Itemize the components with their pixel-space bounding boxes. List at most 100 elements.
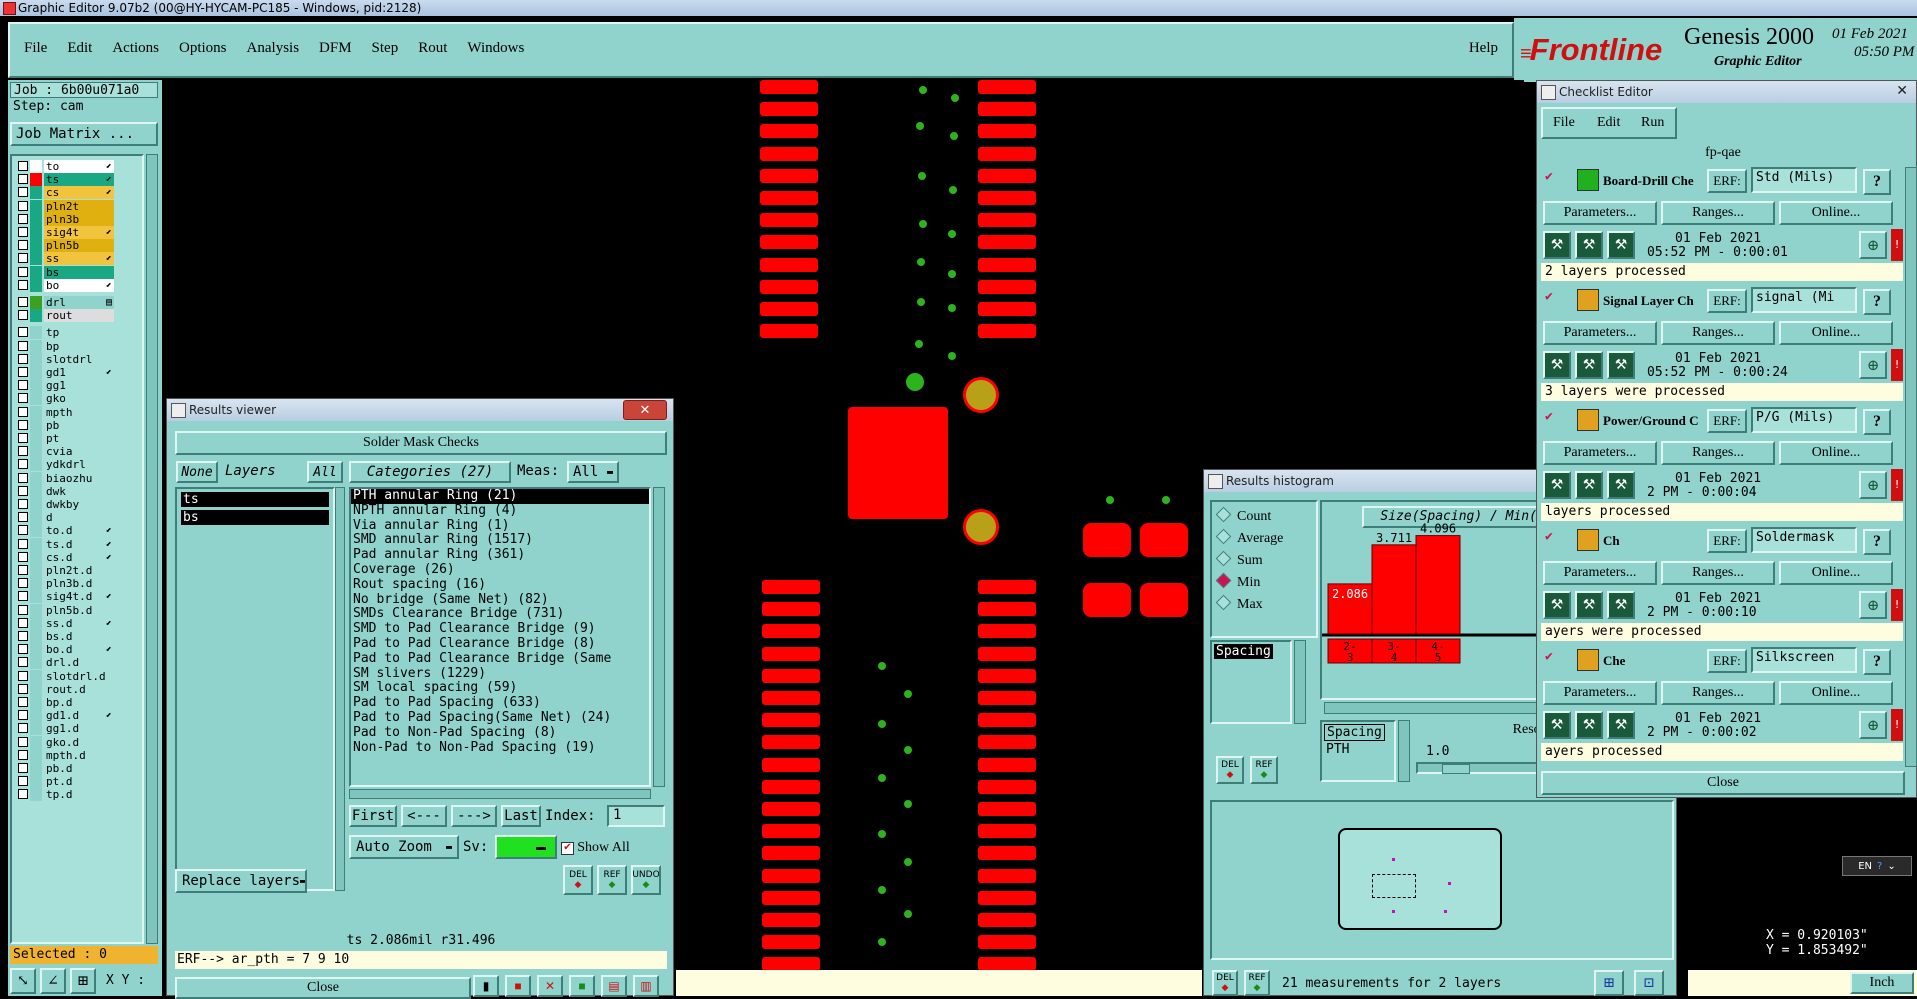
tool-icon[interactable]: ■ xyxy=(569,975,595,997)
category-item[interactable]: Pad to Pad Clearance Bridge (Same xyxy=(351,651,649,667)
layer-checkbox[interactable] xyxy=(18,644,28,655)
hist-del-button[interactable]: DEL ◆ xyxy=(1216,756,1244,784)
category-item[interactable]: SM slivers (1229) xyxy=(351,666,649,682)
histogram-bar[interactable] xyxy=(1371,544,1417,635)
layer-color-swatch[interactable] xyxy=(30,339,42,353)
tool-icon[interactable]: ▥ xyxy=(633,975,659,997)
erf-value[interactable]: signal (Mi xyxy=(1751,287,1857,313)
ranges-button[interactable]: Ranges... xyxy=(1661,441,1775,465)
erf-button[interactable]: ERF: xyxy=(1707,169,1747,193)
layer-checkbox[interactable] xyxy=(18,297,28,307)
run-icon[interactable]: ⚒ xyxy=(1607,351,1635,379)
radio-icon[interactable] xyxy=(1215,594,1232,611)
layer-checkbox[interactable] xyxy=(18,227,28,237)
layer-row[interactable]: rout.d xyxy=(16,682,120,696)
run-icon[interactable]: ⚒ xyxy=(1543,591,1571,619)
category-item[interactable]: Pad to Pad Spacing(Same Net) (24) xyxy=(351,710,649,726)
auto-zoom-dropdown[interactable]: Auto Zoom ▬ xyxy=(349,835,459,859)
layer-color-swatch[interactable] xyxy=(30,511,42,525)
layer-checkbox[interactable] xyxy=(18,393,28,404)
spacing-box-item[interactable]: Spacing xyxy=(1324,724,1385,741)
option-count[interactable]: Count xyxy=(1215,506,1271,525)
layer-row[interactable]: d xyxy=(16,511,120,525)
layer-row[interactable]: pt xyxy=(16,432,120,445)
layer-checkbox[interactable] xyxy=(18,419,28,430)
layer-color-swatch[interactable] xyxy=(30,432,42,445)
online-button[interactable]: Online... xyxy=(1779,681,1893,705)
layer-row[interactable]: ss.d ⬋ xyxy=(16,616,120,630)
layer-row[interactable]: bp.d xyxy=(16,696,120,709)
layer-checkbox[interactable] xyxy=(18,617,28,628)
layer-color-swatch[interactable] xyxy=(30,199,42,213)
layer-row[interactable]: slotdrl xyxy=(16,352,120,366)
layer-checkbox[interactable] xyxy=(18,749,28,760)
run-icon[interactable]: ⚒ xyxy=(1607,471,1635,499)
layer-checkbox[interactable] xyxy=(18,736,28,747)
help-icon[interactable]: ? xyxy=(1863,289,1891,315)
del-button[interactable]: DEL ◆ xyxy=(563,865,593,895)
undo-button[interactable]: UNDO ◆ xyxy=(631,865,661,895)
run-icon[interactable]: ⚒ xyxy=(1543,471,1571,499)
tool-icon[interactable]: ▤ xyxy=(601,975,627,997)
layer-checkbox[interactable] xyxy=(18,525,28,536)
run-icon[interactable]: ⚒ xyxy=(1575,231,1603,259)
layer-checkbox[interactable] xyxy=(18,161,28,171)
layer-row[interactable]: to ⬋ xyxy=(16,160,120,173)
layer-checkbox[interactable] xyxy=(18,697,28,707)
layer-row[interactable]: ts.d ⬋ xyxy=(16,537,120,551)
layer-color-swatch[interactable] xyxy=(30,352,42,366)
replace-layers-dropdown[interactable]: Replace layers ▬ xyxy=(175,869,307,893)
layer-scrollbar[interactable] xyxy=(146,154,158,944)
checklist-menu-file[interactable]: File xyxy=(1553,115,1575,131)
layer-color-swatch[interactable] xyxy=(30,278,42,292)
layer-checkbox[interactable] xyxy=(18,353,28,364)
layer-checkbox[interactable] xyxy=(18,406,28,417)
result-layer-item[interactable]: bs xyxy=(181,510,329,525)
check-icon[interactable]: ✔ xyxy=(1545,409,1553,424)
next-button[interactable]: ---> xyxy=(451,805,497,827)
ranges-button[interactable]: Ranges... xyxy=(1661,561,1775,585)
layer-color-swatch[interactable] xyxy=(30,524,42,538)
erf-value[interactable]: P/G (Mils) xyxy=(1751,407,1857,433)
online-button[interactable]: Online... xyxy=(1779,441,1893,465)
layer-row[interactable]: pb.d xyxy=(16,762,120,775)
layer-color-swatch[interactable] xyxy=(30,405,42,419)
layer-checkbox[interactable] xyxy=(18,710,28,721)
help-icon[interactable]: ? xyxy=(1863,409,1891,435)
layer-checkbox[interactable] xyxy=(18,266,28,277)
layer-checkbox[interactable] xyxy=(18,499,28,509)
layer-checkbox[interactable] xyxy=(18,472,28,483)
layer-color-swatch[interactable] xyxy=(30,682,42,696)
histogram-list-scroll[interactable] xyxy=(1294,640,1306,724)
menu-file[interactable]: File xyxy=(24,40,47,57)
layer-color-swatch[interactable] xyxy=(30,775,42,789)
online-button[interactable]: Online... xyxy=(1779,201,1893,225)
layer-checkbox[interactable] xyxy=(18,604,28,615)
result-layer-item[interactable]: ts xyxy=(181,492,329,507)
layer-color-swatch[interactable] xyxy=(30,788,42,802)
help-icon[interactable]: ? xyxy=(1863,649,1891,675)
layer-row[interactable]: bo.d ⬋ xyxy=(16,643,120,657)
layer-checkbox[interactable] xyxy=(18,446,28,457)
category-item[interactable]: Pad to Non-Pad Spacing (8) xyxy=(351,725,649,741)
layer-color-swatch[interactable] xyxy=(30,616,42,630)
slider-thumb[interactable] xyxy=(1442,764,1470,774)
layer-checkbox[interactable] xyxy=(18,789,28,800)
all-layers-button[interactable]: All xyxy=(307,461,343,483)
zoom-icon[interactable]: ⊕ xyxy=(1859,231,1887,259)
layer-checkbox[interactable] xyxy=(18,253,28,264)
layer-checkbox[interactable] xyxy=(18,551,28,562)
run-icon[interactable]: ⚒ xyxy=(1575,711,1603,739)
hist-tool-icon[interactable]: ⊞ xyxy=(1594,970,1624,996)
layer-color-swatch[interactable] xyxy=(30,458,42,472)
menu-dfm[interactable]: DFM xyxy=(319,40,352,57)
layer-color-swatch[interactable] xyxy=(30,484,42,498)
run-icon[interactable]: ⚒ xyxy=(1607,711,1635,739)
layer-color-swatch[interactable] xyxy=(30,590,42,604)
help-icon[interactable]: ? xyxy=(1863,169,1891,195)
parameters-button[interactable]: Parameters... xyxy=(1543,681,1657,705)
layer-row[interactable]: dwkby xyxy=(16,498,120,511)
layer-checkbox[interactable] xyxy=(18,459,28,470)
layer-color-swatch[interactable] xyxy=(30,418,42,432)
check-icon[interactable]: ✔ xyxy=(1545,529,1553,544)
